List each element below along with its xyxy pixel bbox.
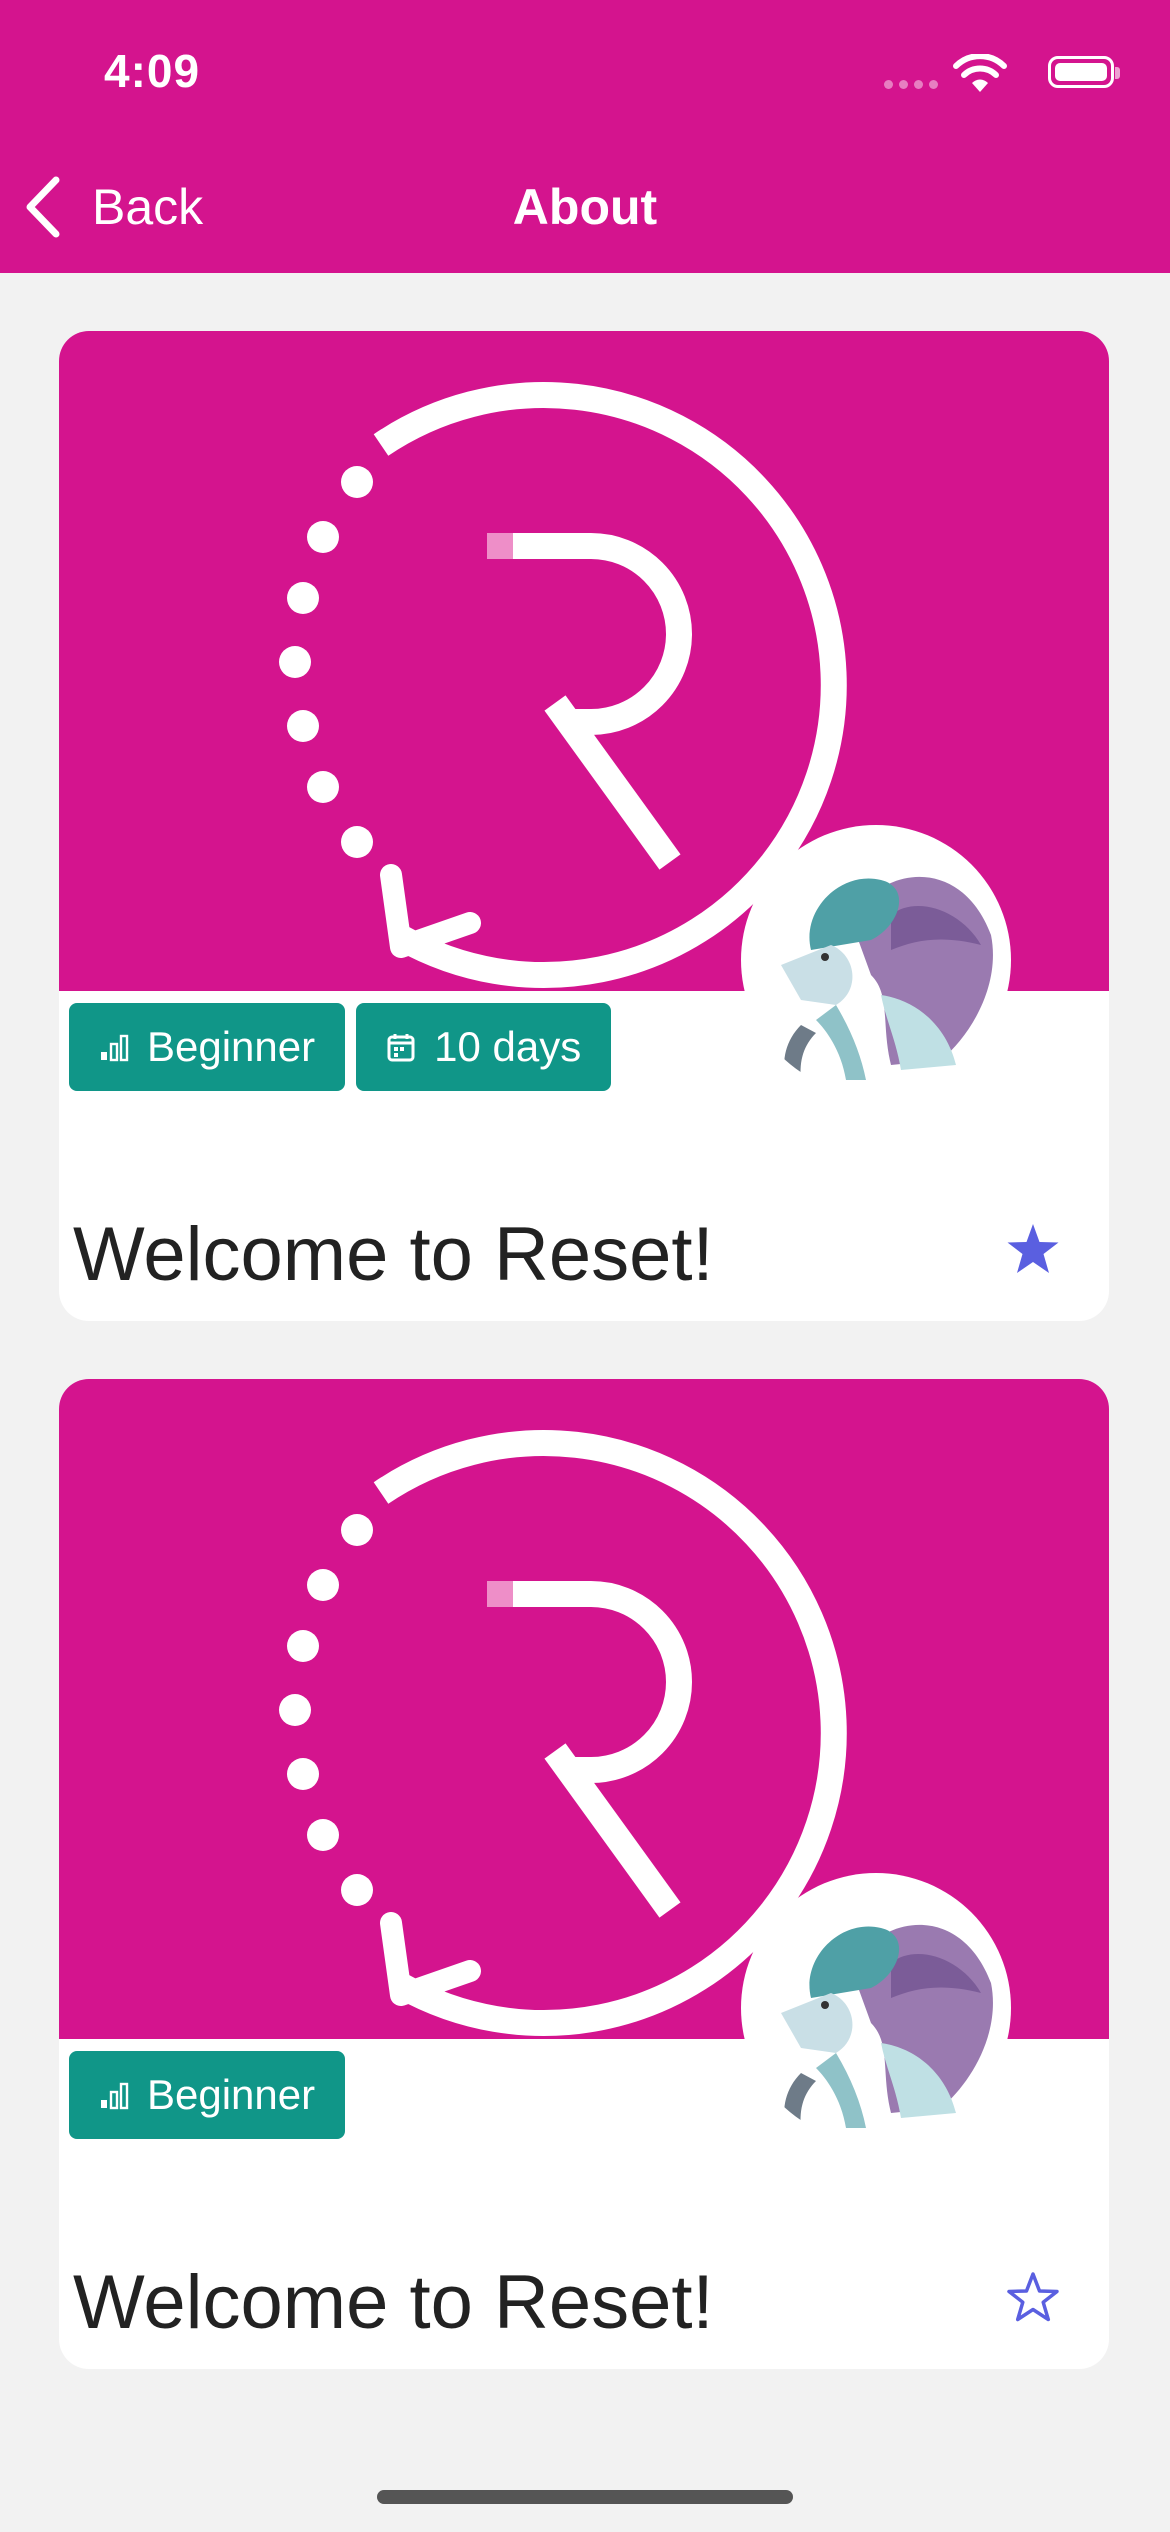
level-label: Beginner — [147, 1023, 316, 1070]
level-label: Beginner — [147, 2071, 316, 2118]
home-indicator[interactable] — [377, 2490, 793, 2504]
duration-badge: 10 days — [356, 1003, 612, 1091]
header: 4:09 Back About — [0, 0, 1170, 273]
calendar-icon — [387, 1034, 415, 1062]
course-card[interactable]: Beginner 10 days Welcome to Reset! — [59, 331, 1109, 1321]
wifi-icon — [953, 54, 1007, 92]
level-bars-icon — [101, 1034, 129, 1062]
course-title: Welcome to Reset! — [73, 2260, 714, 2345]
course-title: Welcome to Reset! — [73, 1212, 714, 1297]
cellular-signal-icon — [884, 80, 938, 89]
avatar — [741, 825, 1011, 1095]
course-card[interactable]: Beginner Welcome to Reset! — [59, 1379, 1109, 2369]
status-time: 4:09 — [104, 45, 201, 97]
level-badge: Beginner — [69, 1003, 346, 1091]
badge-list: Beginner — [69, 2051, 346, 2139]
page-title: About — [512, 179, 658, 235]
level-badge: Beginner — [69, 2051, 346, 2139]
duration-label: 10 days — [434, 1023, 582, 1070]
status-icons — [884, 52, 1120, 98]
battery-icon — [1048, 56, 1120, 88]
star-outline-icon[interactable] — [1005, 2270, 1061, 2324]
avatar — [741, 1873, 1011, 2143]
badge-list: Beginner 10 days — [69, 1003, 612, 1091]
star-filled-icon[interactable] — [1005, 1222, 1061, 1276]
level-bars-icon — [101, 2082, 129, 2110]
